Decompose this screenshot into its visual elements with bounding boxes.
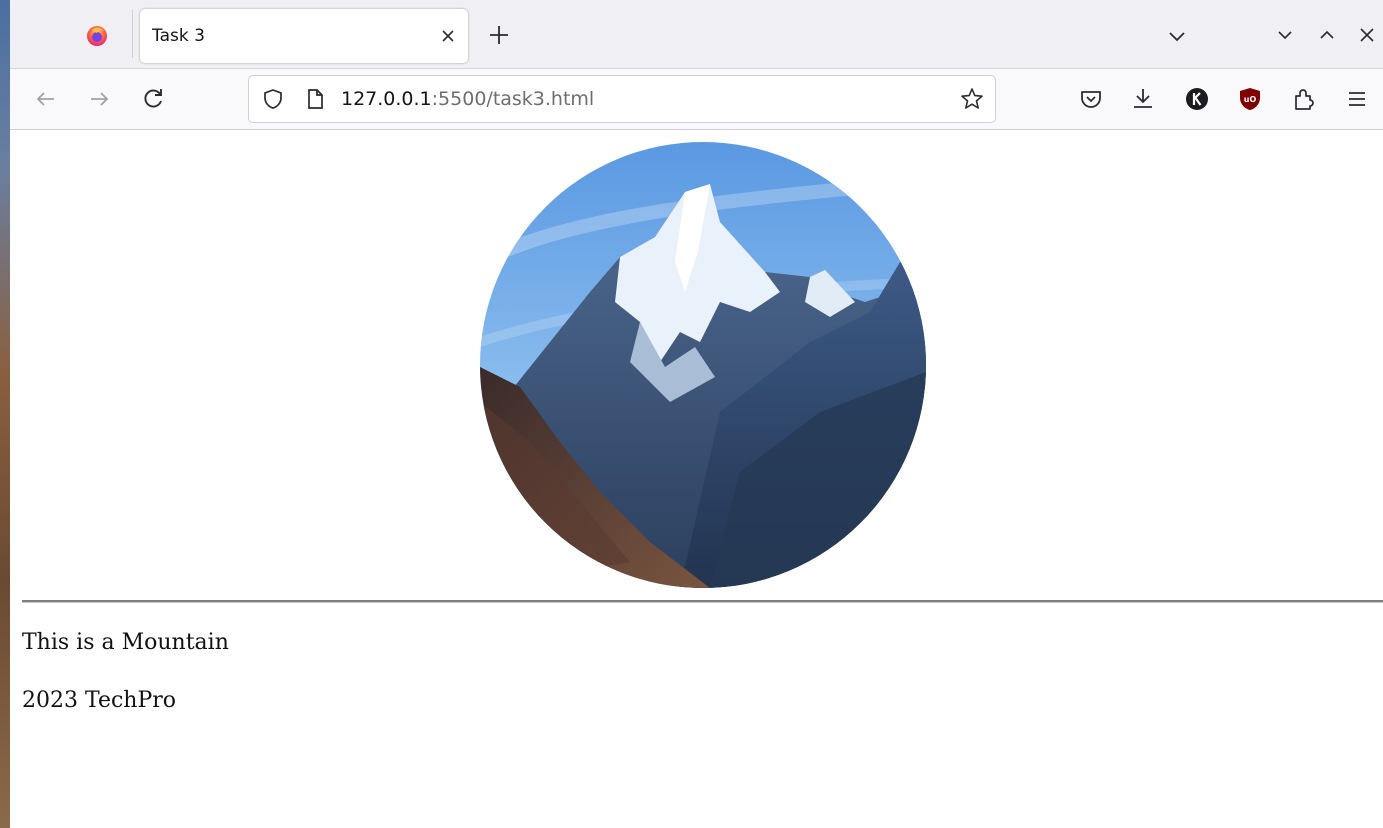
- url-bar[interactable]: 127.0.0.1:5500/task3.html: [248, 75, 996, 123]
- pocket-icon[interactable]: [1077, 85, 1105, 113]
- star-icon[interactable]: [959, 86, 985, 112]
- footer-text: 2023 TechPro: [22, 688, 177, 713]
- url-text[interactable]: 127.0.0.1:5500/task3.html: [341, 88, 594, 110]
- menu-icon[interactable]: [1343, 85, 1371, 113]
- window-close-icon[interactable]: [1356, 24, 1378, 46]
- caption-text: This is a Mountain: [22, 630, 229, 655]
- reload-icon[interactable]: [140, 85, 168, 113]
- maximize-icon[interactable]: [1316, 24, 1338, 46]
- page-content: This is a Mountain 2023 TechPro: [10, 130, 1383, 828]
- account-k-icon[interactable]: [1183, 85, 1211, 113]
- url-host: 127.0.0.1: [341, 88, 432, 110]
- svg-text:uO: uO: [1244, 95, 1257, 104]
- url-path: :5500/task3.html: [431, 88, 595, 110]
- mountain-image: [480, 142, 926, 588]
- browser-window: Task 3 127.0.0.1:5500/task3.html uO This…: [10, 0, 1383, 828]
- close-icon[interactable]: [438, 26, 458, 46]
- back-arrow-icon[interactable]: [32, 85, 60, 113]
- chevron-down-icon[interactable]: [1165, 24, 1189, 48]
- download-icon[interactable]: [1129, 85, 1157, 113]
- tab-title: Task 3: [152, 26, 205, 46]
- ublock-origin-icon[interactable]: uO: [1236, 85, 1264, 113]
- navigation-toolbar: 127.0.0.1:5500/task3.html uO: [10, 69, 1383, 130]
- plus-icon[interactable]: [486, 22, 512, 48]
- tab-task-3[interactable]: Task 3: [140, 9, 468, 63]
- firefox-logo-icon[interactable]: [86, 25, 108, 47]
- extensions-icon[interactable]: [1290, 85, 1318, 113]
- shield-icon[interactable]: [261, 87, 285, 111]
- horizontal-rule: [22, 600, 1383, 603]
- tab-separator: [132, 10, 133, 58]
- desktop-wallpaper-edge: [0, 0, 10, 828]
- minimize-icon[interactable]: [1274, 24, 1296, 46]
- tab-strip: Task 3: [10, 0, 1383, 69]
- page-icon[interactable]: [303, 87, 327, 111]
- forward-arrow-icon[interactable]: [85, 85, 113, 113]
